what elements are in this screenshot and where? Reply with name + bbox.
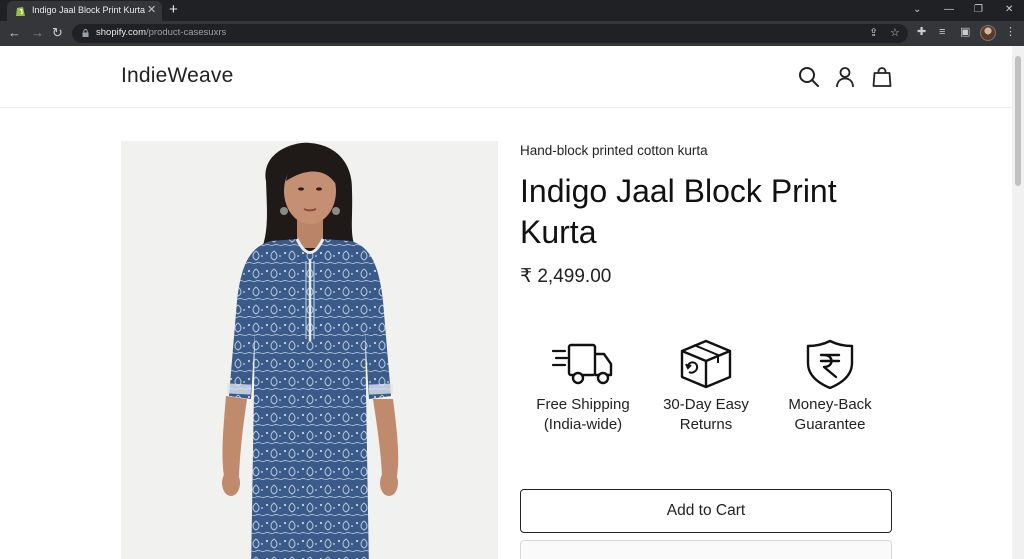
menu-icon[interactable]: ⋮ [1005, 25, 1016, 39]
store-logo[interactable]: IndieWeave [121, 64, 234, 88]
feature-label: Free Shipping (India-wide) [536, 396, 630, 433]
lock-icon [82, 29, 89, 37]
new-tab-icon[interactable]: + [169, 1, 178, 19]
truck-icon [551, 343, 613, 385]
product-subtitle: Hand-block printed cotton kurta [520, 143, 708, 158]
reading-list-icon[interactable]: ≡ [939, 25, 945, 39]
add-to-cart-button[interactable]: Add to Cart [520, 489, 892, 533]
tab-title: Indigo Jaal Block Print Kurta [32, 5, 146, 15]
feature-money-back: Money-Back Guarantee [768, 339, 892, 435]
feature-free-shipping: Free Shipping (India-wide) [521, 339, 645, 435]
search-icon[interactable] [797, 65, 821, 89]
browser-tab[interactable]: Indigo Jaal Block Print Kurta ✕ [7, 1, 162, 21]
address-bar[interactable]: shopify.com/product-casesuхrs ⇪ ☆ [72, 24, 908, 43]
url-host: shopify.com [96, 27, 146, 38]
page-scrollbar[interactable] [1012, 46, 1024, 559]
feature-label: Money-Back Guarantee [788, 396, 872, 433]
rupee-shield-icon [806, 339, 854, 389]
bookmark-star-icon[interactable]: ☆ [890, 26, 900, 40]
product-title: Indigo Jaal Block Print Kurta [520, 173, 837, 250]
share-icon[interactable]: ⇪ [869, 26, 878, 40]
back-icon[interactable]: ← [8, 25, 21, 41]
feature-easy-returns: 30-Day Easy Returns [644, 339, 768, 435]
buy-now-button[interactable] [520, 540, 892, 559]
model-wearing-kurta-image [121, 141, 498, 559]
reload-icon[interactable]: ↻ [52, 25, 63, 41]
side-panel-icon[interactable]: ▣ [960, 25, 970, 39]
product-price: ₹ 2,499.00 [520, 266, 612, 287]
url-path: /product-casesuхrs [145, 27, 227, 38]
shopify-favicon-icon [16, 7, 25, 16]
url-text: shopify.com/product-casesuхrs [96, 27, 226, 38]
feature-label: 30-Day Easy Returns [663, 396, 749, 433]
store-page: IndieWeave Hand-block printed cotton kur… [0, 46, 1012, 559]
shopping-bag-icon[interactable] [870, 65, 894, 89]
profile-avatar[interactable] [980, 25, 996, 41]
return-box-icon [680, 339, 732, 389]
forward-icon[interactable]: → [31, 25, 44, 41]
scrollbar-thumb[interactable] [1015, 56, 1021, 186]
tab-close-icon[interactable]: ✕ [147, 4, 156, 17]
product-image[interactable] [121, 141, 498, 559]
browser-toolbar: ← → ↻ shopify.com/product-casesuхrs ⇪ ☆ … [0, 21, 1024, 46]
close-window-icon[interactable]: ✕ [1005, 3, 1013, 17]
restore-icon[interactable]: ❐ [974, 3, 983, 17]
minimize-icon[interactable]: — [944, 3, 954, 17]
account-icon[interactable] [833, 65, 857, 89]
extensions-icon[interactable]: ✚ [917, 25, 926, 39]
site-header: IndieWeave [0, 46, 1012, 108]
tab-search-icon[interactable]: ⌄ [913, 3, 921, 17]
browser-tab-bar: Indigo Jaal Block Print Kurta ✕ + ⌄ — ❐ … [0, 0, 1024, 21]
